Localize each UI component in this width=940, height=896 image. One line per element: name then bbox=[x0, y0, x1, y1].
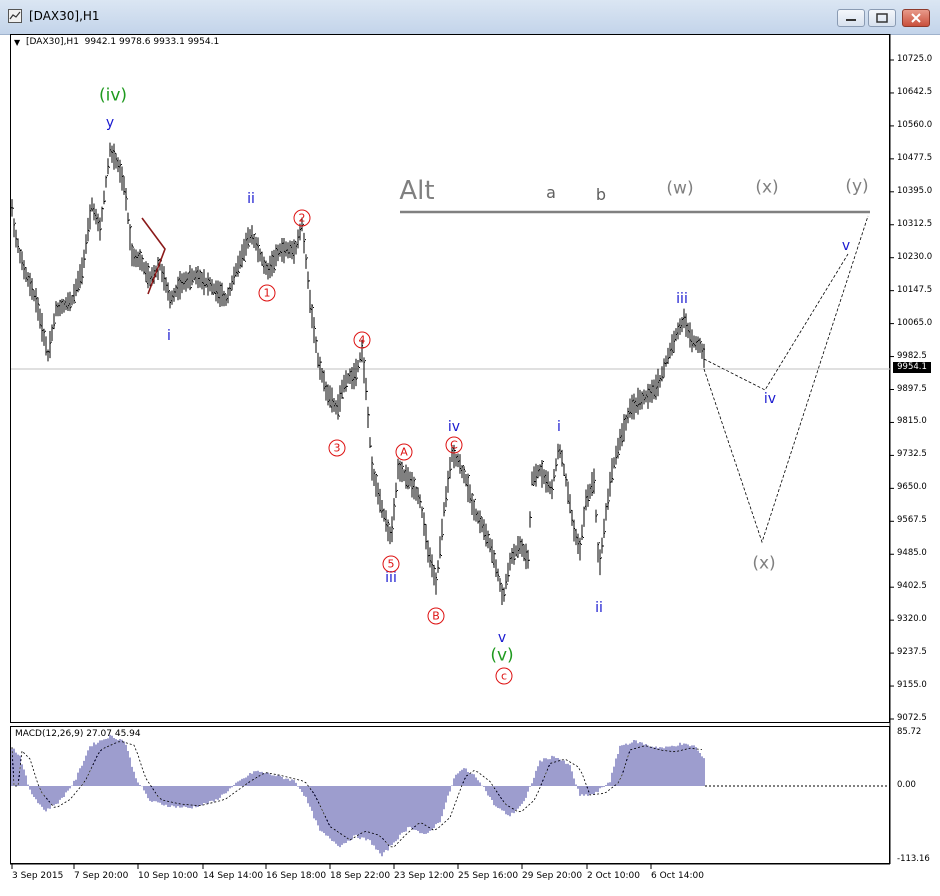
wave-blue-iii-low: iii bbox=[385, 570, 397, 586]
price-axis-label: 9897.5 bbox=[897, 383, 927, 394]
alt-label-b: b bbox=[595, 185, 607, 204]
time-axis-label: 2 Oct 10:00 bbox=[587, 871, 640, 881]
time-axis-label: 3 Sep 2015 bbox=[12, 871, 64, 881]
minimize-button[interactable] bbox=[837, 9, 865, 27]
wave-red-2: 2 bbox=[293, 209, 311, 227]
wave-blue-iii-oct: iii bbox=[676, 291, 688, 307]
price-axis-label: 10642.5 bbox=[897, 86, 933, 97]
price-axis-label: 9155.0 bbox=[897, 680, 927, 691]
time-axis-label: 6 Oct 14:00 bbox=[651, 871, 704, 881]
close-button[interactable] bbox=[902, 9, 930, 27]
price-axis-label: 9320.0 bbox=[897, 614, 927, 625]
time-axis-label: 7 Sep 20:00 bbox=[74, 871, 129, 881]
title-bar[interactable]: [DAX30],H1 bbox=[0, 0, 940, 35]
time-axis-label: 14 Sep 14:00 bbox=[203, 871, 264, 881]
time-axis-label: 23 Sep 12:00 bbox=[394, 871, 455, 881]
wave-blue-ii-oct: ii bbox=[595, 600, 603, 616]
alt-label-y: (y) bbox=[845, 176, 869, 197]
current-price-tag: 9954.1 bbox=[893, 362, 931, 373]
wave-blue-ii-top: ii bbox=[247, 191, 255, 207]
wave-red-c: c bbox=[495, 667, 513, 685]
macd-pane bbox=[10, 726, 890, 864]
macd-axis-label: 85.72 bbox=[897, 727, 922, 737]
wave-blue-i-low: i bbox=[167, 328, 171, 344]
chart-canvas[interactable] bbox=[0, 34, 940, 896]
macd-label: MACD(12,26,9) 27.07 45.94 bbox=[15, 729, 141, 739]
wave-blue-y: y bbox=[105, 115, 115, 131]
price-pane bbox=[10, 34, 890, 723]
price-axis-label: 9072.5 bbox=[897, 713, 927, 723]
wave-green-v: (v) bbox=[490, 645, 514, 666]
time-axis-label: 16 Sep 18:00 bbox=[266, 871, 327, 881]
collapse-arrow-icon[interactable]: ▼ bbox=[14, 38, 20, 47]
wave-red-4: 4 bbox=[353, 331, 371, 349]
price-axis-label: 9815.0 bbox=[897, 416, 927, 427]
restore-icon bbox=[876, 13, 888, 23]
alt-label-a: a bbox=[546, 183, 556, 202]
price-axis-label: 10312.5 bbox=[897, 218, 933, 229]
price-axis-label: 9732.5 bbox=[897, 449, 927, 460]
wave-blue-v-low: v bbox=[497, 630, 507, 646]
price-axis-label: 9237.5 bbox=[897, 647, 927, 658]
wave-red-A: A bbox=[395, 443, 413, 461]
chart-window-icon bbox=[8, 9, 22, 23]
window-title: [DAX30],H1 bbox=[29, 9, 100, 23]
macd-axis-label: 0.00 bbox=[897, 780, 916, 790]
wave-blue-v-proj: v bbox=[841, 238, 851, 254]
wave-red-1: 1 bbox=[258, 284, 276, 302]
price-axis-label: 10147.5 bbox=[897, 284, 933, 295]
chart-window: [DAX30],H1 ▼ [DAX30],H1 9942.1 9978.6 99… bbox=[0, 0, 940, 896]
wave-red-5: 5 bbox=[382, 555, 400, 573]
price-axis-label: 9567.5 bbox=[897, 515, 927, 526]
macd-axis-label: -113.16 bbox=[897, 854, 930, 864]
alt-label-x: (x) bbox=[755, 177, 779, 198]
alt-title: Alt bbox=[399, 176, 435, 206]
price-axis-label: 10065.0 bbox=[897, 317, 933, 328]
alt-label-w: (w) bbox=[666, 178, 694, 199]
time-axis-label: 29 Sep 20:00 bbox=[522, 871, 583, 881]
price-axis-label: 9402.5 bbox=[897, 581, 927, 592]
minimize-icon bbox=[846, 19, 856, 21]
price-axis-label: 10395.0 bbox=[897, 185, 933, 196]
wave-red-B: B bbox=[427, 607, 445, 625]
wave-blue-iv-mid: iv bbox=[447, 419, 461, 435]
ohlc-info: [DAX30],H1 9942.1 9978.6 9933.1 9954.1 bbox=[26, 37, 220, 47]
wave-green-iv: (iv) bbox=[98, 85, 128, 106]
price-axis-label: 9650.0 bbox=[897, 482, 927, 493]
time-axis-label: 10 Sep 10:00 bbox=[138, 871, 199, 881]
price-axis-label: 10725.0 bbox=[897, 54, 933, 64]
time-axis-label: 18 Sep 22:00 bbox=[330, 871, 391, 881]
price-axis-label: 10560.0 bbox=[897, 119, 933, 130]
time-axis-label: 25 Sep 16:00 bbox=[458, 871, 519, 881]
price-axis-label: 9485.0 bbox=[897, 548, 927, 559]
wave-red-3: 3 bbox=[328, 439, 346, 457]
price-axis-label: 10477.5 bbox=[897, 152, 933, 163]
wave-blue-i-oct: i bbox=[557, 419, 561, 435]
close-icon bbox=[911, 13, 921, 23]
proj-label-x: (x) bbox=[752, 553, 776, 574]
price-axis-label: 10230.0 bbox=[897, 251, 933, 262]
wave-red-C: C bbox=[445, 436, 463, 454]
restore-button[interactable] bbox=[868, 9, 896, 27]
wave-blue-iv-proj: iv bbox=[763, 391, 777, 407]
price-axis-label: 9982.5 bbox=[897, 350, 927, 361]
